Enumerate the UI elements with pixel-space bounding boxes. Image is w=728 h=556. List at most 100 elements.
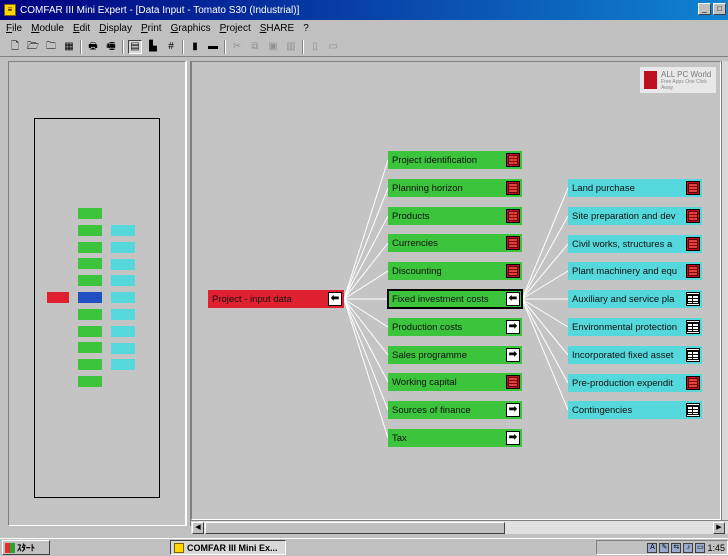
level2-node[interactable]: Land purchase	[568, 179, 702, 197]
level1-node[interactable]: Currencies	[388, 234, 522, 252]
volume-icon[interactable]: ♪	[683, 542, 694, 553]
copy-icon[interactable]: ⧉	[248, 40, 262, 54]
network-icon[interactable]: ⇆	[671, 542, 682, 553]
save-icon[interactable]: ▦	[62, 40, 76, 54]
new-icon[interactable]: 🗋	[8, 40, 22, 54]
table-icon[interactable]	[686, 403, 700, 417]
level2-node[interactable]: Auxiliary and service pla	[568, 290, 702, 308]
expand-arrow-icon[interactable]: ➡	[506, 320, 520, 334]
overview-level2-node	[111, 359, 135, 370]
taskbar-app-button[interactable]: COMFAR III Mini Ex...	[170, 540, 286, 555]
grid-icon[interactable]: #	[164, 40, 178, 54]
expand-arrow-icon[interactable]: ➡	[506, 431, 520, 445]
table-icon[interactable]	[686, 292, 700, 306]
level2-node[interactable]: Contingencies	[568, 401, 702, 419]
scroll-left-button[interactable]: ◀	[192, 522, 204, 534]
menu-file[interactable]: File	[6, 23, 22, 34]
connector-line	[521, 243, 569, 300]
level1-node[interactable]: Sales programme ➡	[388, 346, 522, 364]
table-icon[interactable]	[686, 320, 700, 334]
start-button[interactable]: ｽﾀｰﾄ	[2, 540, 50, 555]
taskbar-app-label: COMFAR III Mini Ex...	[187, 542, 278, 553]
print-preview-icon[interactable]: 🖷	[104, 40, 118, 54]
horizontal-scrollbar[interactable]: ◀ ▶	[191, 520, 728, 534]
level1-node[interactable]: Project identification	[388, 151, 522, 169]
data-missing-icon[interactable]	[506, 375, 520, 389]
collapse-arrow-icon[interactable]: ⬅	[328, 292, 342, 306]
root-node[interactable]: Project - input data ⬅	[208, 290, 344, 308]
connector-line	[343, 298, 389, 411]
expand-arrow-icon[interactable]: ➡	[506, 403, 520, 417]
expand-arrow-icon[interactable]: ➡	[506, 348, 520, 362]
collapse-arrow-icon[interactable]: ⬅	[506, 292, 520, 306]
overview-root-node	[47, 292, 69, 303]
open-icon[interactable]: 🗁	[26, 40, 40, 54]
menu-help[interactable]: ?	[303, 23, 309, 34]
menu-edit[interactable]: Edit	[73, 23, 90, 34]
level1-node[interactable]: Fixed investment costs ⬅	[387, 289, 523, 309]
node-label: Sources of finance	[392, 404, 471, 416]
scroll-right-button[interactable]: ▶	[713, 522, 725, 534]
overview-level1-node	[78, 242, 102, 253]
rows-icon[interactable]: ▭	[326, 40, 340, 54]
toolbar-separator	[122, 39, 124, 54]
overview-frame[interactable]	[34, 118, 160, 498]
book-icon[interactable]: ▮	[188, 40, 202, 54]
level2-node[interactable]: Environmental protection	[568, 318, 702, 336]
connector-line	[343, 270, 389, 300]
folder-icon[interactable]: ▬	[206, 40, 220, 54]
level2-node[interactable]: Plant machinery and equ	[568, 262, 702, 280]
data-missing-icon[interactable]	[506, 236, 520, 250]
data-missing-icon[interactable]	[686, 181, 700, 195]
paste-icon[interactable]: ▣	[266, 40, 280, 54]
level1-node[interactable]: Sources of finance ➡	[388, 401, 522, 419]
data-missing-icon[interactable]	[506, 181, 520, 195]
display-icon[interactable]: ▭	[695, 542, 706, 553]
menu-project[interactable]: Project	[220, 23, 251, 34]
level1-node[interactable]: Discounting	[388, 262, 522, 280]
minimize-button[interactable]: _	[698, 3, 711, 15]
level1-node[interactable]: Production costs ➡	[388, 318, 522, 336]
columns-icon[interactable]: ▯	[308, 40, 322, 54]
menu-display[interactable]: Display	[99, 23, 132, 34]
vertical-scrollbar[interactable]	[721, 61, 728, 520]
cut-icon[interactable]: ✂	[230, 40, 244, 54]
data-missing-icon[interactable]	[686, 376, 700, 390]
node-label: Project - input data	[212, 293, 292, 305]
data-missing-icon[interactable]	[686, 209, 700, 223]
data-missing-icon[interactable]	[506, 153, 520, 167]
scroll-thumb[interactable]	[205, 522, 505, 534]
node-label: Sales programme	[392, 349, 467, 361]
level2-node[interactable]: Pre-production expendit	[568, 374, 702, 392]
overview-level1-node	[78, 258, 102, 269]
level1-node[interactable]: Working capital	[388, 373, 522, 391]
data-missing-icon[interactable]	[686, 264, 700, 278]
level1-node[interactable]: Tax ➡	[388, 429, 522, 447]
watermark-text: ALL PC World	[661, 69, 712, 79]
menu-module[interactable]: Module	[31, 23, 64, 34]
level1-node[interactable]: Products	[388, 207, 522, 225]
level2-node[interactable]: Incorporated fixed asset	[568, 346, 702, 364]
maximize-button[interactable]: □	[713, 3, 726, 15]
pen-icon[interactable]: ✎	[659, 542, 670, 553]
data-missing-icon[interactable]	[506, 209, 520, 223]
level1-node[interactable]: Planning horizon	[388, 179, 522, 197]
format-icon[interactable]: ▥	[284, 40, 298, 54]
menu-print[interactable]: Print	[141, 23, 162, 34]
table-icon[interactable]	[686, 348, 700, 362]
level2-node[interactable]: Site preparation and dev	[568, 207, 702, 225]
open-folder-icon[interactable]: 🗀	[44, 40, 58, 54]
overview-level1-node	[78, 359, 102, 370]
chart-icon[interactable]: ▙	[146, 40, 160, 54]
data-missing-icon[interactable]	[686, 237, 700, 251]
menu-graphics[interactable]: Graphics	[171, 23, 211, 34]
watermark-subtext: Free Apps One Click Away	[661, 78, 707, 91]
print-icon[interactable]: 🖶	[86, 40, 100, 54]
data-missing-icon[interactable]	[506, 264, 520, 278]
menu-share[interactable]: SHARE	[260, 23, 294, 34]
connector-line	[521, 298, 569, 356]
ime-icon[interactable]: A	[647, 542, 658, 553]
app-icon[interactable]: ≡	[4, 4, 16, 16]
data-table-icon[interactable]: ▤	[128, 39, 142, 54]
level2-node[interactable]: Civil works, structures a	[568, 235, 702, 253]
